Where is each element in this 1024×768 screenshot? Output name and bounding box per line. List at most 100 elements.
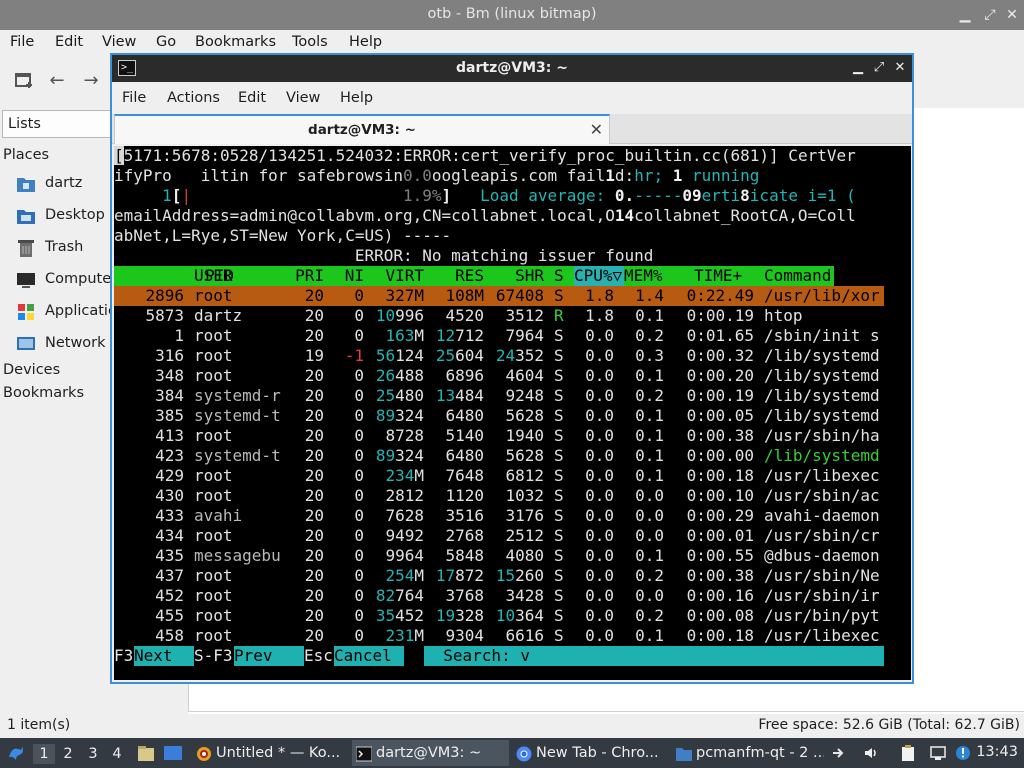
table-row[interactable]: 455 root 20 0 35452 19328 10364 S 0.0 0.2 0:00.08 /… (114, 606, 911, 626)
column-user[interactable]: USER (194, 266, 233, 286)
table-row[interactable]: 385 systemd-t 20 0 89324 6480 5628 S 0.0 0.1 0:00.… (114, 406, 911, 426)
sidebar-view-selector[interactable]: Lists (2, 110, 112, 138)
terminal-screen[interactable]: [5171:5678:0528/134251.524032:ERROR:cert… (114, 146, 911, 680)
sidebar-item-home[interactable]: dartz (16, 172, 112, 196)
tab-close-icon[interactable]: ✕ (590, 120, 603, 139)
column-cpu[interactable]: CPU%▽ (574, 266, 624, 286)
table-row[interactable]: 437 root 20 0 254M 17872 15260 S 0.0 0.2 0:00.38/u… (114, 566, 911, 586)
table-row[interactable]: 5873 dartz 20 0 10996 4520 3512 R 1.8 0.1 0:00.19 h… (114, 306, 911, 326)
clipboard-icon[interactable] (900, 745, 916, 761)
column-shr[interactable]: SHR (484, 266, 544, 286)
sidebar-item-applications[interactable]: Applications (16, 300, 134, 324)
menu-bookmarks[interactable]: Bookmarks (195, 34, 276, 50)
column-res[interactable]: RES (424, 266, 484, 286)
menu-edit[interactable]: Edit (55, 34, 83, 50)
minimize-button[interactable]: ▁ (849, 59, 867, 77)
search-input[interactable]: v (520, 646, 530, 665)
network-tray-icon[interactable] (930, 745, 946, 761)
menu-help[interactable]: Help (340, 90, 373, 106)
table-row[interactable]: 430 root 20 0 2812 1120 1032 S 0.0 0.0 0:00.10/usr… (114, 486, 911, 506)
cell-time: 0:22.49 (686, 286, 754, 305)
maximize-button[interactable]: ⤢ (980, 5, 1000, 25)
f3-key[interactable]: F3 (114, 646, 133, 666)
close-button[interactable]: ✕ (1002, 5, 1022, 25)
table-row[interactable]: 384 systemd-r 20 0 25480 13484 9248 S 0.0 0.2 0:00… (114, 386, 911, 406)
terminal-line: [5171:5678:0528/134251.524032:ERROR:cert… (114, 146, 856, 165)
text-cursor: [ (114, 146, 124, 165)
menu-help[interactable]: Help (349, 34, 382, 50)
table-row[interactable]: 423 systemd-t 20 0 89324 6480 5628 S 0.0 0.1 0:00.… (114, 446, 911, 466)
sidebar-item-trash[interactable]: Trash (16, 236, 112, 260)
menu-edit[interactable]: Edit (238, 90, 266, 106)
new-window-icon[interactable] (13, 70, 35, 92)
show-desktop-icon[interactable] (163, 744, 183, 762)
table-row[interactable]: 1 root 20 0 163M 12712 7964 S 0.0 0.2 0:01.65/sbin… (114, 326, 911, 346)
menu-view[interactable]: View (286, 90, 320, 106)
column-ni[interactable]: NI (324, 266, 364, 286)
bookmarks-heading[interactable]: Bookmarks (3, 385, 84, 401)
notification-icon[interactable] (955, 745, 971, 761)
places-heading[interactable]: Places (3, 147, 49, 163)
menu-file[interactable]: File (122, 90, 146, 106)
task-chromium[interactable]: New Tab - Chro... (512, 740, 664, 766)
cancel-button[interactable]: Cancel (334, 646, 404, 666)
volume-icon[interactable] (863, 745, 879, 761)
table-row[interactable]: 316 root 19 -1 56124 25604 24352 S 0.0 0.3 0:00.32… (114, 346, 911, 366)
shift-f3-key[interactable]: S-F3 (194, 646, 233, 666)
column-state[interactable]: S (554, 266, 564, 286)
sidebar-item-desktop[interactable]: Desktop (16, 204, 112, 228)
search-field[interactable]: Search: v (424, 646, 884, 666)
cell-shr: 5628 (505, 446, 544, 465)
prev-button[interactable]: Prev (234, 646, 304, 666)
sidebar-item-label: dartz (45, 175, 83, 191)
cell-time: 0:00.38 (686, 426, 754, 445)
cell-res: 17872 (435, 566, 484, 585)
minimize-button[interactable]: ▁ (955, 5, 975, 25)
table-row[interactable]: 458 root 20 0 231M 9304 6616 S 0.0 0.1 0:00.18/usr… (114, 626, 911, 646)
back-arrow-icon[interactable]: ← (46, 70, 68, 92)
clock[interactable]: 13:43 (976, 744, 1018, 760)
sidebar-item-computer[interactable]: Computer (16, 268, 117, 292)
task-terminal[interactable]: dartz@VM3: ~ (352, 740, 509, 766)
tray-arrow-icon[interactable] (830, 745, 846, 761)
start-menu-icon[interactable] (6, 743, 26, 763)
workspace-2[interactable]: 2 (57, 744, 79, 764)
table-row[interactable]: 413 root 20 0 8728 5140 1940 S 0.0 0.1 0:00.38/usr… (114, 426, 911, 446)
column-time[interactable]: TIME+ (694, 266, 742, 286)
menu-actions[interactable]: Actions (167, 90, 220, 106)
task-pcmanfm[interactable]: pcmanfm-qt - 2 ... (672, 740, 824, 766)
table-row[interactable]: 435 messagebu 20 0 9964 5848 4080 S 0.0 0.1 0:00.5… (114, 546, 911, 566)
workspace-1[interactable]: 1 (33, 744, 55, 764)
workspace-3[interactable]: 3 (82, 744, 104, 764)
next-button[interactable]: Next (134, 646, 194, 666)
table-row[interactable]: 433 avahi 20 0 7628 3516 3176 S 0.0 0.0 0:00.29 ava… (114, 506, 911, 526)
close-button[interactable]: ✕ (891, 59, 909, 77)
column-pri[interactable]: PRI (285, 266, 324, 286)
cell-res: 13484 (435, 386, 484, 405)
cell-time: 0:00.16 (686, 586, 754, 605)
column-command[interactable]: Command (764, 266, 831, 286)
table-row[interactable]: 434 root 20 0 9492 2768 2512 S 0.0 0.0 0:00.01/usr… (114, 526, 911, 546)
menu-tools[interactable]: Tools (292, 34, 328, 50)
workspace-4[interactable]: 4 (106, 744, 128, 764)
task-konqueror[interactable]: Untitled * — Ko... (192, 740, 342, 766)
tab-terminal[interactable]: dartz@VM3: ~ ✕ (114, 114, 610, 144)
cell-shr: 6812 (505, 466, 544, 485)
menu-file[interactable]: File (10, 34, 34, 50)
column-mem[interactable]: MEM% (624, 266, 663, 286)
table-row[interactable]: 429 root 20 0 234M 7648 6812 S 0.0 0.1 0:00.18/usr… (114, 466, 911, 486)
table-row[interactable]: 2896 root 20 0 327M 108M 67408 S 1.8 1.4 0:22.49/u… (114, 286, 884, 306)
esc-key[interactable]: Esc (304, 646, 333, 666)
devices-heading[interactable]: Devices (3, 362, 60, 378)
forward-arrow-icon[interactable]: → (80, 70, 102, 92)
file-manager-launcher-icon[interactable] (137, 744, 155, 762)
cell-cpu: 1.8 (585, 306, 614, 325)
cell-cmd: htop (764, 306, 803, 325)
menu-go[interactable]: Go (156, 34, 176, 50)
maximize-button[interactable]: ⤢ (870, 59, 888, 77)
menu-view[interactable]: View (102, 34, 136, 50)
table-row[interactable]: 348 root 20 0 26488 6896 4604 S 0.0 0.1 0:00.20/li… (114, 366, 911, 386)
sidebar-item-network[interactable]: Network (16, 332, 112, 356)
table-row[interactable]: 452 root 20 0 82764 3768 3428 S 0.0 0.0 0:00.16/us… (114, 586, 911, 606)
column-virt[interactable]: VIRT (364, 266, 424, 286)
